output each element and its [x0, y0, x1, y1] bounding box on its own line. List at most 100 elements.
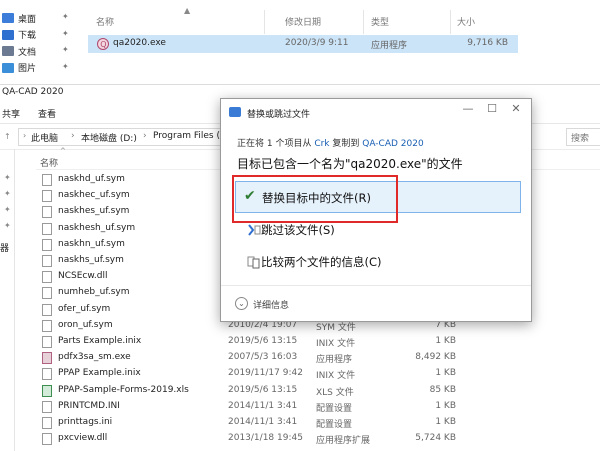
- sort-up-icon: ▲: [184, 6, 191, 15]
- file-size: 1 KB: [435, 368, 456, 379]
- back-nav-item[interactable]: 图片 ✦: [0, 59, 82, 77]
- download-icon: [2, 29, 14, 40]
- back-nav-label: 文档: [18, 47, 37, 58]
- back-explorer-window: 桌面 ✦ 下载 ✦ 文档 ✦ 图片 ✦ 名称 修改日期 类型 大小 ▲ Q qa2020.ex…: [0, 0, 600, 84]
- spreadsheet-file-icon: [42, 384, 52, 397]
- file-type: 配置设置: [316, 420, 353, 430]
- file-row[interactable]: PPAP-Sample-Forms-2019.xls 2019/5/6 13:15…: [36, 383, 556, 399]
- up-arrow-icon[interactable]: ↑: [4, 132, 11, 141]
- skip-file-label: 跳过该文件(S): [261, 223, 335, 237]
- file-icon: [42, 206, 52, 219]
- back-col-size[interactable]: 大小: [457, 15, 475, 28]
- compare-files-option[interactable]: 比较两个文件的信息(C): [235, 249, 519, 275]
- file-icon: [42, 336, 52, 348]
- svg-text:Q: Q: [100, 40, 106, 49]
- pin-icon[interactable]: ✦: [62, 45, 69, 54]
- pin-icon[interactable]: ✦: [4, 221, 11, 230]
- skip-file-option[interactable]: 跳过该文件(S): [235, 217, 519, 243]
- source-folder-link[interactable]: Crk: [314, 139, 329, 149]
- file-icon: [42, 238, 52, 251]
- col-name-header[interactable]: 名称: [40, 156, 58, 169]
- back-file-name: qa2020.exe: [113, 38, 166, 48]
- destination-folder-link[interactable]: QA-CAD 2020: [362, 139, 423, 149]
- back-selected-file-row[interactable]: Q qa2020.exe 2020/3/9 9:11 应用程序 9,716 KB: [88, 35, 518, 53]
- chevron-right-icon: ›: [71, 131, 75, 141]
- app-file-icon: [42, 352, 52, 365]
- replace-file-option[interactable]: ✔ 替换目标中的文件(R): [235, 181, 521, 213]
- file-icon: [42, 400, 52, 413]
- file-date: 2013/1/18 19:45: [228, 433, 303, 444]
- file-icon: [42, 303, 52, 316]
- file-name: Parts Example.inix: [58, 336, 142, 346]
- file-name: PPAP Example.inix: [58, 368, 141, 379]
- copy-text-mid: 复制到: [329, 139, 363, 149]
- search-input[interactable]: 搜索: [566, 128, 600, 146]
- back-nav-label: 下载: [18, 31, 37, 41]
- file-icon: [42, 433, 52, 446]
- back-nav-item[interactable]: 文档 ✦: [0, 42, 82, 60]
- file-name: naskhn_uf.sym: [58, 238, 125, 249]
- address-bar[interactable]: › 此电脑 › 本地磁盘 (D:) › Program Files (x86): [18, 128, 240, 146]
- replace-skip-dialog: 替换或跳过文件 — ☐ ✕ 正在将 1 个项目从 Crk 复制到 QA-CAD …: [220, 98, 532, 322]
- divider: [450, 10, 451, 34]
- file-row[interactable]: Parts Example.inix 2019/5/6 13:15 INIX 文件 1…: [36, 334, 556, 350]
- back-col-type[interactable]: 类型: [371, 15, 389, 28]
- file-name: naskhec_uf.sym: [58, 190, 130, 201]
- file-size: 85 KB: [429, 384, 456, 395]
- tab-share[interactable]: 共享: [2, 107, 20, 120]
- checkmark-icon: ✔: [244, 188, 256, 204]
- back-col-date[interactable]: 修改日期: [285, 15, 321, 28]
- file-row[interactable]: PRINTCMD.INI 2014/11/1 3:41 配置设置 1 KB: [36, 399, 556, 415]
- file-type: 配置设置: [316, 403, 353, 414]
- file-row[interactable]: PPAP Example.inix 2019/11/17 9:42 INIX 文件 1…: [36, 366, 556, 382]
- back-nav-item[interactable]: 桌面 ✦: [0, 9, 82, 27]
- copy-text-prefix: 正在将 1 个项目从: [237, 139, 315, 149]
- file-icon: [42, 319, 52, 332]
- file-name: numheb_uf.sym: [58, 287, 130, 298]
- file-icon: [42, 417, 52, 429]
- file-type: XLS 文件: [316, 387, 354, 398]
- file-icon: [42, 287, 52, 300]
- back-col-name[interactable]: 名称: [96, 15, 114, 28]
- pin-icon[interactable]: ✦: [62, 12, 69, 21]
- desktop-icon: [2, 13, 14, 23]
- file-icon: [42, 190, 52, 203]
- pin-icon[interactable]: ✦: [4, 173, 11, 182]
- file-date: 2014/11/1 3:41: [228, 417, 298, 427]
- pin-icon[interactable]: ✦: [62, 29, 69, 38]
- file-row[interactable]: printtags.ini 2014/11/1 3:41 配置设置 1 KB: [36, 415, 556, 431]
- chevron-right-icon: ›: [23, 131, 27, 140]
- file-row[interactable]: pdfx3sa_sm.exe 2007/5/3 16:03 应用程序 8,492 KB: [36, 350, 556, 366]
- file-name: pdfx3sa_sm.exe: [58, 352, 131, 363]
- compare-files-icon: [247, 256, 260, 269]
- pin-icon[interactable]: ✦: [62, 62, 69, 71]
- chevron-down-icon: ⌄: [235, 297, 248, 310]
- app-file-icon: Q: [97, 38, 109, 50]
- conflict-message: 目标已包含一个名为"qa2020.exe"的文件: [237, 157, 463, 171]
- skip-arrow-icon: [248, 224, 261, 236]
- minimize-icon[interactable]: —: [457, 102, 479, 120]
- maximize-icon[interactable]: ☐: [481, 102, 503, 120]
- divider: [363, 10, 364, 34]
- file-date: 2014/11/1 3:41: [228, 400, 298, 411]
- pin-icon[interactable]: ✦: [4, 205, 11, 214]
- file-size: 1 KB: [435, 336, 456, 346]
- pin-icon[interactable]: ✦: [4, 189, 11, 198]
- file-size: 8,492 KB: [415, 352, 456, 363]
- file-row[interactable]: pxcview.dll 2013/1/18 19:45 应用程序扩展 5,724 KB: [36, 431, 556, 447]
- nav-item-cut-label[interactable]: 器: [0, 241, 9, 254]
- file-name: naskhs_uf.sym: [58, 255, 124, 265]
- back-nav-item[interactable]: 下载 ✦: [0, 26, 82, 44]
- file-name: naskhesh_uf.sym: [58, 222, 136, 233]
- close-icon[interactable]: ✕: [505, 102, 527, 120]
- copy-progress-text: 正在将 1 个项目从 Crk 复制到 QA-CAD 2020: [237, 136, 424, 149]
- file-date: 2019/11/17 9:42: [228, 368, 303, 379]
- file-name: naskhd_uf.sym: [58, 174, 125, 184]
- file-icon: [42, 255, 52, 267]
- breadcrumb-pc[interactable]: 此电脑: [31, 131, 58, 144]
- file-size: 5,724 KB: [415, 433, 456, 444]
- breadcrumb-drive[interactable]: 本地磁盘 (D:): [81, 131, 137, 144]
- compare-files-label: 比较两个文件的信息(C): [261, 255, 382, 269]
- replace-file-label: 替换目标中的文件(R): [262, 191, 371, 205]
- tab-view[interactable]: 查看: [38, 107, 56, 120]
